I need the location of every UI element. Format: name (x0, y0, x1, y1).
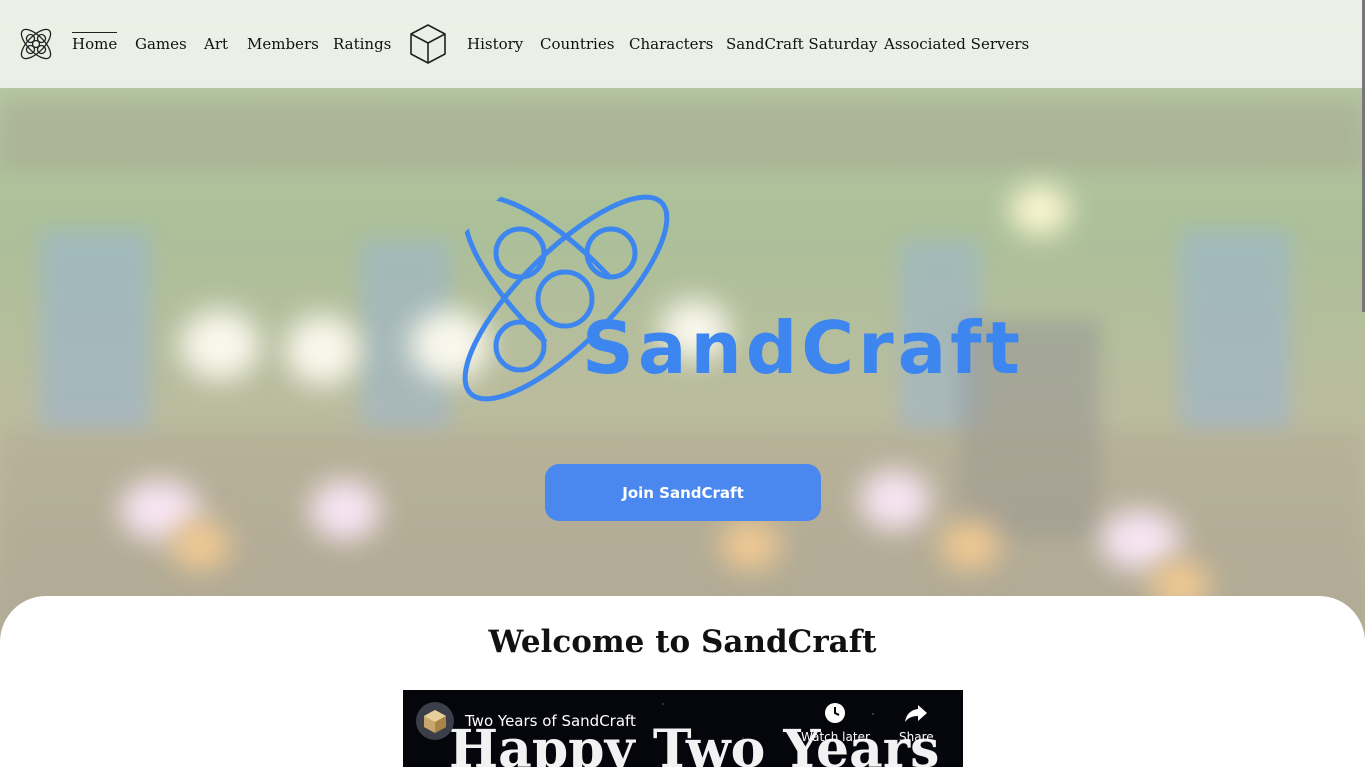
join-sandcraft-button[interactable]: Join SandCraft (545, 464, 821, 521)
main-content: Welcome to SandCraft Happy Two Years Two… (0, 596, 1365, 767)
block-icon (424, 710, 446, 733)
top-navigation: Home Games Art Members Ratings History C… (0, 0, 1365, 88)
sandcraft-logo-icon[interactable] (16, 24, 56, 64)
watch-later-button[interactable]: Watch later (801, 702, 870, 744)
nav-item-history[interactable]: History (467, 34, 523, 54)
nav-item-members[interactable]: Members (247, 34, 319, 54)
cube-icon[interactable] (408, 23, 448, 65)
share-icon (905, 705, 928, 722)
nav-item-art[interactable]: Art (204, 34, 228, 54)
video-title[interactable]: Two Years of SandCraft (465, 712, 636, 730)
share-label: Share (899, 730, 934, 744)
logo-wordmark: SandCraft (582, 306, 1024, 390)
share-button[interactable]: Share (899, 702, 934, 744)
clock-icon (825, 703, 846, 723)
nav-item-games[interactable]: Games (135, 34, 187, 54)
video-embed[interactable]: Happy Two Years Two Years of SandCraft W… (403, 690, 963, 767)
nav-item-characters[interactable]: Characters (629, 34, 713, 54)
nav-item-sandcraft-saturday[interactable]: SandCraft Saturday (726, 34, 878, 54)
nav-item-countries[interactable]: Countries (540, 34, 614, 54)
nav-item-home[interactable]: Home (72, 32, 118, 54)
nav-item-ratings[interactable]: Ratings (333, 34, 391, 54)
page-title: Welcome to SandCraft (488, 624, 877, 660)
hero-logo: SandCraft (448, 178, 1020, 423)
channel-avatar[interactable] (416, 702, 454, 740)
nav-item-associated-servers[interactable]: Associated Servers (884, 34, 1029, 54)
watch-later-label: Watch later (801, 730, 870, 744)
